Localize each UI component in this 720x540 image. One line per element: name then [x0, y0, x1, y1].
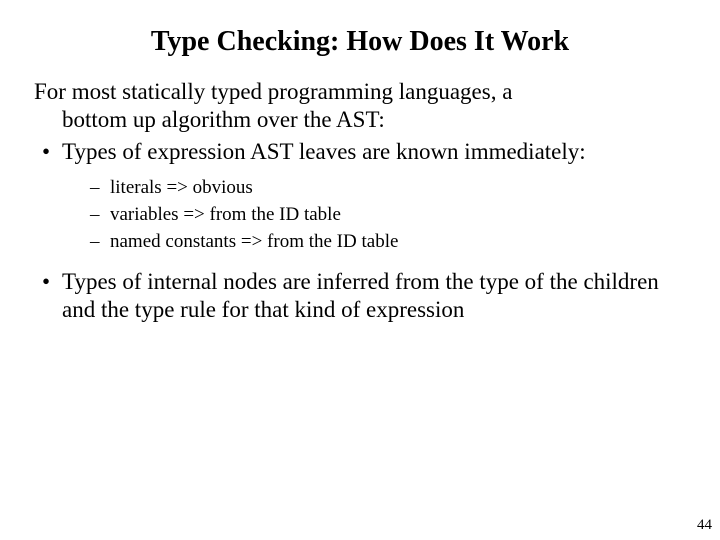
bullet-item-1-text: Types of expression AST leaves are known… [62, 139, 586, 164]
sub-bullet-list: literals => obvious variables => from th… [62, 176, 686, 254]
bullet-list: Types of expression AST leaves are known… [34, 138, 686, 324]
sub-bullet-1: literals => obvious [62, 176, 686, 199]
sub-bullet-2: variables => from the ID table [62, 203, 686, 226]
intro-line-2: bottom up algorithm over the AST: [62, 107, 385, 132]
sub-bullet-3: named constants => from the ID table [62, 230, 686, 253]
bullet-item-2-text: Types of internal nodes are inferred fro… [62, 269, 659, 322]
slide-title: Type Checking: How Does It Work [34, 26, 686, 58]
bullet-item-1: Types of expression AST leaves are known… [34, 138, 686, 254]
slide: Type Checking: How Does It Work For most… [0, 0, 720, 540]
intro-text: For most statically typed programming la… [34, 78, 686, 134]
bullet-item-2: Types of internal nodes are inferred fro… [34, 268, 686, 324]
intro-line-1: For most statically typed programming la… [34, 79, 512, 104]
page-number: 44 [697, 517, 712, 534]
slide-body: For most statically typed programming la… [34, 78, 686, 324]
